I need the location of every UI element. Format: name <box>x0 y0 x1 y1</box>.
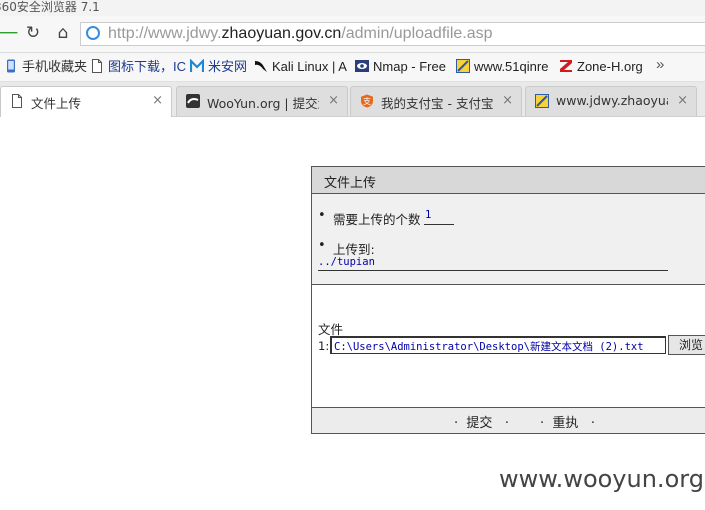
form-title: 文件上传 <box>324 176 377 191</box>
close-icon[interactable]: × <box>152 93 163 108</box>
dot: · <box>454 416 459 431</box>
svg-text:支: 支 <box>363 96 371 106</box>
bookmark-label: Nmap - Free <box>373 59 446 74</box>
dot: · <box>504 416 509 431</box>
url-prefix: http://www.jdwy. <box>108 25 222 42</box>
url-input[interactable]: http://www.jdwy.zhaoyuan.gov.cn/admin/up… <box>80 22 705 46</box>
tab-jdwy[interactable]: www.jdwy.zhaoyuan.gov.cn × <box>525 86 697 116</box>
bookmark-label: 手机收藏夹 <box>22 59 88 74</box>
reset-button[interactable]: · 重执 · <box>540 412 595 431</box>
file-path-input[interactable]: C:\Users\Administrator\Desktop\新建文本文档 (2… <box>330 336 666 354</box>
bookmark-51qinre[interactable]: www.51qinre <box>456 58 548 76</box>
wooyun-icon <box>186 94 200 108</box>
zoneh-icon <box>560 60 572 72</box>
browser-title: 360安全浏览器 7.1 <box>0 0 100 14</box>
bookmark-kali[interactable]: Kali Linux | A <box>254 58 347 76</box>
bookmark-icon-download[interactable]: 图标下载，IC <box>90 58 186 76</box>
form-header: 文件上传 <box>312 167 705 194</box>
watermark: www.wooyun.org <box>499 465 704 493</box>
form-footer: · 提交 · · 重执 · <box>312 408 705 433</box>
bullet: • <box>318 238 326 253</box>
bookmark-label: www.51qinre <box>474 59 549 74</box>
bookmark-label: 图标下载，IC <box>108 59 187 74</box>
address-bar: ⟵ ↻ ⌂ http://www.jdwy.zhaoyuan.gov.cn/ad… <box>0 16 705 53</box>
tab-label: www.jdwy.zhaoyuan.gov.cn <box>556 93 668 108</box>
tab-wooyun[interactable]: WooYun.org | 提交漏洞 × <box>176 86 348 116</box>
bookmark-label: Zone-H.org <box>577 59 643 74</box>
reset-label: 重执 <box>552 416 579 431</box>
bookmark-label: Kali Linux | A <box>272 59 347 74</box>
bookmark-label: 米安网 <box>208 59 248 74</box>
browser-title-bar: 360安全浏览器 7.1 <box>0 0 705 16</box>
kali-dragon-icon <box>255 61 267 72</box>
nmap-eye-icon <box>355 60 369 72</box>
site-security-icon <box>86 26 100 40</box>
tab-label: WooYun.org | 提交漏洞 <box>207 96 319 111</box>
back-arrow-icon[interactable]: ⟵ <box>0 22 18 44</box>
bookmarks-more-icon[interactable]: » <box>656 56 664 74</box>
file-path-value: C:\Users\Administrator\Desktop\新建文本文档 (2… <box>334 341 644 353</box>
submit-button[interactable]: · 提交 · <box>454 412 509 431</box>
count-value: 1 <box>425 209 432 221</box>
bookmarks-bar: 手机收藏夹 图标下载，IC 米安网 Kali Linux | A Nmap - … <box>0 53 705 82</box>
page-icon <box>12 94 22 108</box>
site-icon <box>456 59 470 73</box>
upload-form: 文件上传 • 需要上传的个数 1 • 上传到: ../tupian 文件 1: … <box>311 166 705 434</box>
alipay-shield-icon: 支 <box>361 94 373 108</box>
tab-label: 我的支付宝 - 支付宝 <box>381 96 493 111</box>
bookmark-zoneh[interactable]: Zone-H.org <box>559 58 643 76</box>
close-icon[interactable]: × <box>502 93 513 108</box>
bookmark-mobile-favorites[interactable]: 手机收藏夹 <box>4 58 87 76</box>
count-label: 需要上传的个数 <box>333 212 421 227</box>
home-icon[interactable]: ⌂ <box>52 22 74 44</box>
upload-path-input[interactable]: ../tupian <box>318 256 668 271</box>
browse-button[interactable]: 浏览 <box>668 335 705 355</box>
upload-settings-section: • 需要上传的个数 1 • 上传到: ../tupian <box>312 194 705 285</box>
page-icon <box>92 59 102 73</box>
url-host: zhaoyuan.gov.cn <box>221 25 342 42</box>
phone-icon <box>7 59 15 73</box>
tab-strip: 文件上传 × WooYun.org | 提交漏洞 × 支 我的支付宝 - 支付宝… <box>0 82 705 117</box>
dot: · <box>590 416 595 431</box>
count-input[interactable]: 1 <box>424 208 454 225</box>
url-path: /admin/uploadfile.asp <box>341 25 493 42</box>
close-icon[interactable]: × <box>328 93 339 108</box>
reload-icon[interactable]: ↻ <box>22 22 44 44</box>
dot: · <box>540 416 545 431</box>
file-select-section: 文件 1: C:\Users\Administrator\Desktop\新建文… <box>312 285 705 408</box>
file-index: 1: <box>318 339 330 353</box>
mian-icon <box>190 59 204 72</box>
tab-file-upload[interactable]: 文件上传 × <box>0 86 172 117</box>
url-text[interactable]: http://www.jdwy.zhaoyuan.gov.cn/admin/up… <box>108 25 493 43</box>
tab-label: 文件上传 <box>31 96 82 111</box>
close-icon[interactable]: × <box>677 93 688 108</box>
site-icon <box>535 94 549 108</box>
tab-alipay[interactable]: 支 我的支付宝 - 支付宝 × <box>350 86 522 116</box>
upload-path-value: ../tupian <box>318 256 375 268</box>
bookmark-nmap[interactable]: Nmap - Free <box>355 58 446 76</box>
bullet: • <box>318 208 326 223</box>
bookmark-mian[interactable]: 米安网 <box>190 58 247 76</box>
submit-label: 提交 <box>466 416 493 431</box>
